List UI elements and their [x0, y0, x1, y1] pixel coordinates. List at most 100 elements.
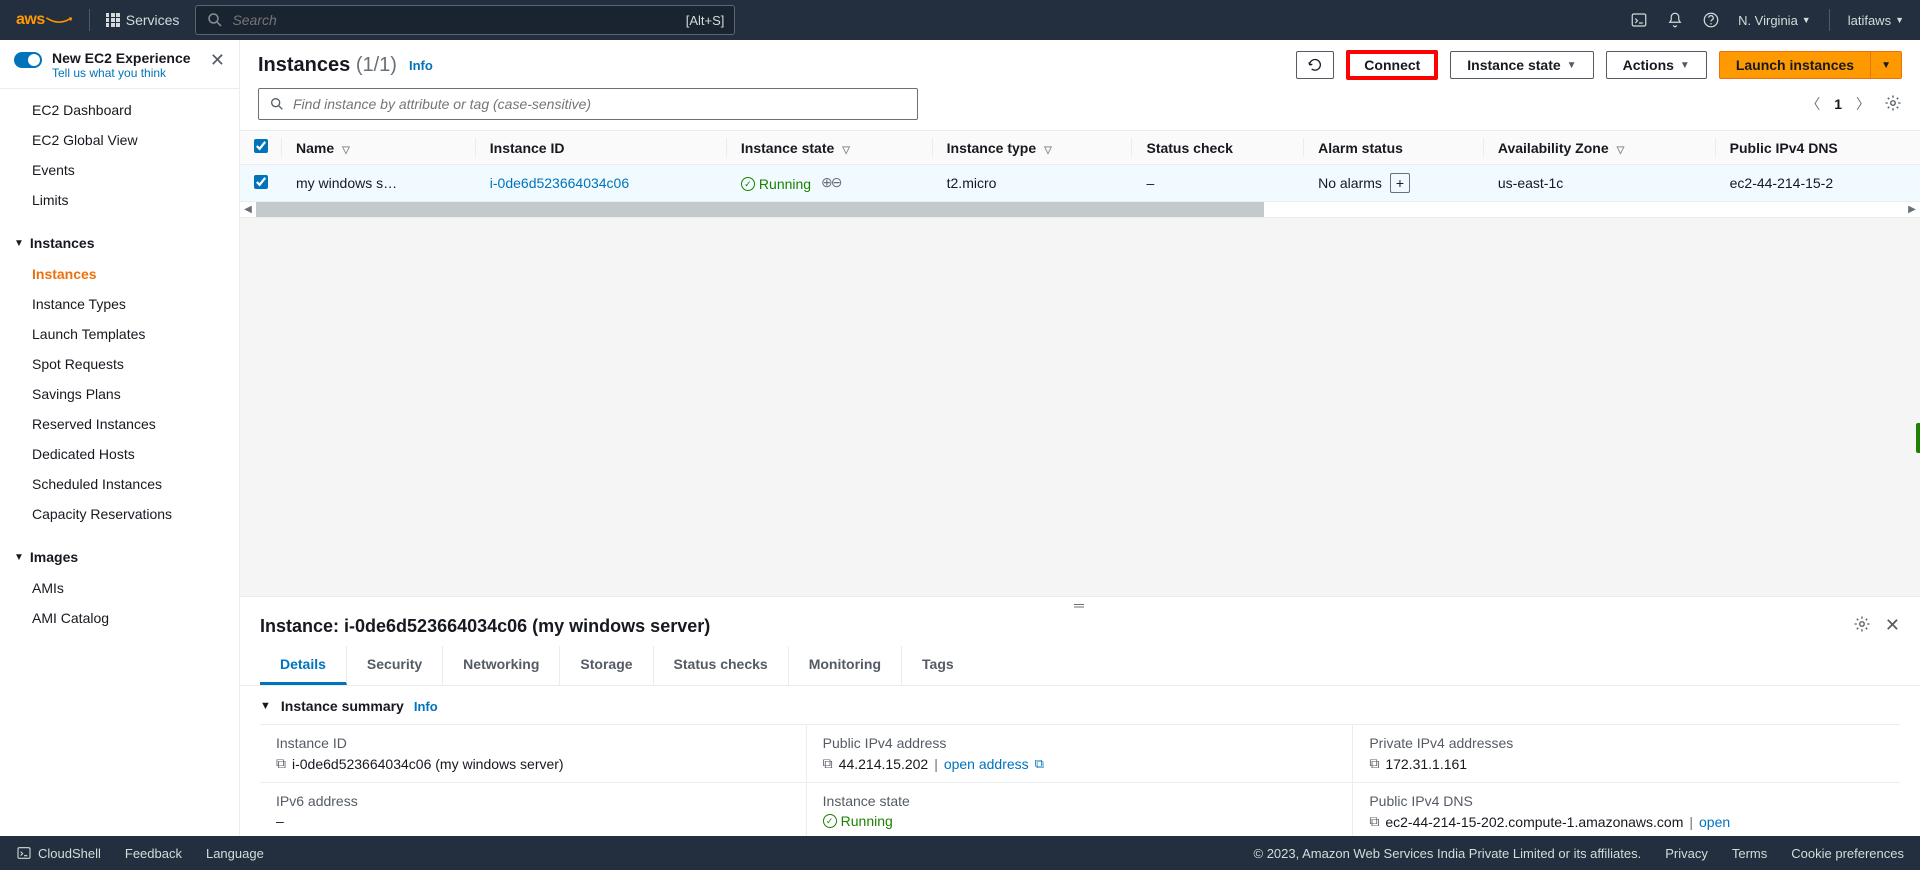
sidebar-item-instance-types[interactable]: Instance Types [0, 289, 239, 319]
sidebar-item-savings-plans[interactable]: Savings Plans [0, 379, 239, 409]
label-public-dns: Public IPv4 DNS [1369, 793, 1884, 809]
tab-storage[interactable]: Storage [560, 646, 653, 685]
cell-instance-id[interactable]: i-0de6d523664034c06 [490, 175, 629, 191]
aws-logo[interactable]: aws [16, 11, 73, 29]
sidebar-item-dedicated-hosts[interactable]: Dedicated Hosts [0, 439, 239, 469]
copy-icon[interactable]: ⧉ [823, 755, 833, 772]
terms-link[interactable]: Terms [1732, 846, 1767, 861]
cell-name: my windows s… [282, 165, 476, 202]
tab-details[interactable]: Details [260, 646, 347, 685]
sidebar-group-images[interactable]: ▼Images [0, 541, 239, 573]
search-icon [269, 96, 285, 112]
open-dns-link[interactable]: open [1699, 814, 1730, 830]
info-link[interactable]: Info [414, 699, 438, 714]
copy-icon[interactable]: ⧉ [1369, 813, 1379, 830]
sidebar-item-scheduled-instances[interactable]: Scheduled Instances [0, 469, 239, 499]
label-ipv6: IPv6 address [276, 793, 790, 809]
add-alarm-button[interactable]: + [1390, 173, 1410, 193]
experience-title: New EC2 Experience [52, 50, 191, 66]
instance-details-panel: ═ Instance: i-0de6d523664034c06 (my wind… [240, 596, 1920, 836]
zoom-icon[interactable]: ⊕⊖ [821, 174, 840, 190]
sort-icon[interactable]: ▽ [342, 145, 350, 156]
col-name[interactable]: Name▽ [282, 131, 476, 165]
account-menu[interactable]: latifaws ▼ [1848, 13, 1904, 28]
copy-icon[interactable]: ⧉ [276, 755, 286, 772]
launch-instances-dropdown[interactable]: ▼ [1871, 51, 1902, 79]
instance-state-button[interactable]: Instance state▼ [1450, 51, 1593, 79]
experience-toggle[interactable] [14, 52, 42, 68]
services-menu[interactable]: Services [106, 12, 180, 28]
sidebar-item-limits[interactable]: Limits [0, 185, 239, 215]
sort-icon[interactable]: ▽ [1617, 145, 1625, 156]
privacy-link[interactable]: Privacy [1665, 846, 1708, 861]
info-link[interactable]: Info [409, 58, 433, 73]
cookies-link[interactable]: Cookie preferences [1791, 846, 1904, 861]
value-instance-id: i-0de6d523664034c06 (my windows server) [292, 756, 564, 772]
table-row[interactable]: my windows s… i-0de6d523664034c06 ✓Runni… [240, 165, 1920, 202]
filter-input-wrapper[interactable] [258, 88, 918, 120]
filter-input[interactable] [293, 96, 907, 112]
sidebar-group-instances[interactable]: ▼Instances [0, 227, 239, 259]
caret-down-icon: ▼ [260, 700, 271, 712]
search-input[interactable] [232, 12, 677, 28]
connect-button[interactable]: Connect [1346, 50, 1438, 80]
horizontal-scrollbar[interactable]: ◀▶ [240, 202, 1920, 218]
filter-bar: 〈 1 〉 [240, 84, 1920, 130]
feedback-link[interactable]: Feedback [125, 846, 182, 861]
sidebar-item-spot-requests[interactable]: Spot Requests [0, 349, 239, 379]
sidebar-item-launch-templates[interactable]: Launch Templates [0, 319, 239, 349]
prev-page[interactable]: 〈 [1806, 94, 1820, 114]
sidebar-item-global-view[interactable]: EC2 Global View [0, 125, 239, 155]
tab-monitoring[interactable]: Monitoring [789, 646, 902, 685]
next-page[interactable]: 〉 [1856, 94, 1870, 114]
sidebar-item-instances[interactable]: Instances [0, 259, 239, 289]
help-icon[interactable] [1702, 11, 1720, 29]
tab-status-checks[interactable]: Status checks [654, 646, 789, 685]
col-instance-state[interactable]: Instance state▽ [727, 131, 933, 165]
refresh-button[interactable] [1296, 51, 1334, 79]
tab-networking[interactable]: Networking [443, 646, 560, 685]
actions-button[interactable]: Actions▼ [1606, 51, 1707, 79]
label-private-ipv4: Private IPv4 addresses [1369, 735, 1884, 751]
sidebar-item-reserved-instances[interactable]: Reserved Instances [0, 409, 239, 439]
tab-security[interactable]: Security [347, 646, 443, 685]
main-content: Instances (1/1) Info Connect Instance st… [240, 40, 1920, 836]
cloudshell-button[interactable]: CloudShell [16, 845, 101, 861]
close-panel[interactable]: ✕ [1885, 615, 1900, 638]
instance-summary-header[interactable]: ▼ Instance summary Info [240, 686, 1920, 720]
sidebar-item-capacity-reservations[interactable]: Capacity Reservations [0, 499, 239, 529]
copy-icon[interactable]: ⧉ [1369, 755, 1379, 772]
col-instance-type[interactable]: Instance type▽ [933, 131, 1133, 165]
select-all-checkbox[interactable] [254, 139, 268, 153]
feedback-link[interactable]: Tell us what you think [52, 66, 191, 80]
open-address-link[interactable]: open address [944, 756, 1029, 772]
cell-state: ✓Running ⊕⊖ [727, 165, 933, 202]
sidebar-item-amis[interactable]: AMIs [0, 573, 239, 603]
region-selector[interactable]: N. Virginia ▼ [1738, 13, 1811, 28]
row-checkbox[interactable] [254, 175, 268, 189]
col-public-dns[interactable]: Public IPv4 DNS [1716, 131, 1920, 165]
sidebar-item-ami-catalog[interactable]: AMI Catalog [0, 603, 239, 633]
col-status-check[interactable]: Status check [1132, 131, 1304, 165]
value-private-ipv4: 172.31.1.161 [1385, 756, 1467, 772]
col-instance-id[interactable]: Instance ID [476, 131, 727, 165]
col-alarm-status[interactable]: Alarm status [1304, 131, 1484, 165]
cloudshell-icon[interactable] [1630, 11, 1648, 29]
global-search[interactable]: [Alt+S] [195, 5, 735, 35]
resize-handle[interactable]: ═ [240, 597, 1920, 611]
launch-instances-button[interactable]: Launch instances [1719, 51, 1871, 79]
sidebar-item-dashboard[interactable]: EC2 Dashboard [0, 95, 239, 125]
language-link[interactable]: Language [206, 846, 264, 861]
notifications-icon[interactable] [1666, 11, 1684, 29]
panel-settings[interactable] [1853, 615, 1871, 638]
aws-smile-icon [45, 14, 73, 26]
col-availability-zone[interactable]: Availability Zone▽ [1484, 131, 1716, 165]
table-settings[interactable] [1884, 94, 1902, 115]
sidebar-item-events[interactable]: Events [0, 155, 239, 185]
sort-icon[interactable]: ▽ [1044, 145, 1052, 156]
sort-icon[interactable]: ▽ [842, 145, 850, 156]
side-handle[interactable] [1916, 423, 1920, 453]
close-icon[interactable]: ✕ [210, 50, 225, 71]
value-ipv6: – [276, 813, 284, 829]
tab-tags[interactable]: Tags [902, 646, 974, 685]
